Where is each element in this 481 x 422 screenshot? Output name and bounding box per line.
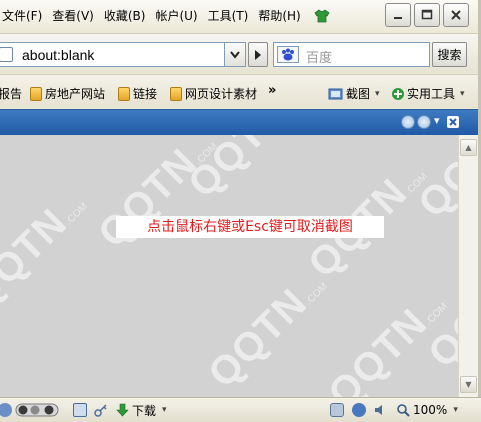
- status-settings-icon[interactable]: [330, 402, 344, 418]
- menu-favorites[interactable]: 收藏(B): [100, 0, 152, 32]
- address-bar: about:blank 百度 搜索: [0, 33, 481, 73]
- zoom-control[interactable]: 100% ▾: [396, 402, 458, 418]
- chevron-down-icon: ▾: [162, 405, 167, 415]
- page-content[interactable]: QQTN.COM QQTN.COM QQTN.COM QQTN.COM QQTN…: [0, 135, 458, 397]
- favorites-more-button[interactable]: »: [268, 83, 276, 98]
- favorite-item-web-design[interactable]: 网页设计素材: [170, 85, 257, 102]
- chevron-down-icon: ▾: [453, 405, 458, 415]
- search-button[interactable]: 搜索: [432, 42, 467, 67]
- download-button[interactable]: 下载 ▾: [116, 402, 167, 418]
- screenshot-icon: [328, 88, 343, 99]
- favorite-item-links[interactable]: 链接: [118, 85, 157, 102]
- menu-bar: 文件(F) 查看(V) 收藏(B) 帐户(U) 工具(T) 帮助(H): [0, 0, 481, 32]
- menu-tools[interactable]: 工具(T): [204, 0, 255, 32]
- download-arrow-icon: [116, 403, 129, 417]
- address-input[interactable]: about:blank: [0, 42, 244, 67]
- baidu-paw-icon[interactable]: [277, 46, 299, 63]
- chevron-down-icon: [230, 50, 240, 59]
- chevron-down-icon: ▾: [375, 88, 380, 99]
- favorite-item-real-estate[interactable]: 房地产网站: [30, 85, 105, 102]
- status-ie-icon[interactable]: [352, 402, 366, 418]
- address-dropdown-button[interactable]: [224, 42, 246, 67]
- maximize-button[interactable]: [414, 3, 440, 27]
- minimize-button[interactable]: [385, 3, 411, 27]
- cancel-screenshot-hint: 点击鼠标右键或Esc键可取消截图: [116, 216, 384, 238]
- chevron-down-icon: ▾: [460, 88, 465, 99]
- skin-shirt-icon[interactable]: [311, 6, 333, 26]
- favorites-bar: 报告 房地产网站 链接 网页设计素材 » 截图 ▾ 实用工具 ▾: [0, 74, 481, 108]
- watermark: QQTN.COM: [200, 280, 330, 397]
- folder-icon: [118, 86, 130, 101]
- tools-button[interactable]: 实用工具 ▾: [391, 85, 465, 102]
- folder-icon: [30, 86, 42, 101]
- watermark: QQTN.COM: [0, 200, 90, 317]
- folder-icon: [170, 86, 182, 101]
- search-placeholder: 百度: [306, 51, 333, 66]
- favorite-item-report[interactable]: 报告: [0, 85, 22, 102]
- screenshot-button[interactable]: 截图 ▾: [328, 85, 380, 102]
- address-text: about:blank: [22, 47, 95, 63]
- magnifier-icon: [397, 404, 410, 417]
- page-icon: [0, 47, 13, 62]
- minimize-icon: [394, 17, 402, 19]
- close-icon: [451, 10, 461, 20]
- menu-view[interactable]: 查看(V): [48, 0, 100, 32]
- status-globe-icon[interactable]: [0, 402, 12, 418]
- menu-account[interactable]: 帐户(U): [151, 0, 203, 32]
- zoom-level: 100%: [413, 403, 448, 417]
- tab-next-icon[interactable]: [417, 115, 431, 129]
- tab-menu-icon[interactable]: ▾: [434, 114, 440, 127]
- maximize-icon: [421, 9, 433, 20]
- status-page-icon[interactable]: [73, 402, 87, 418]
- play-icon: [255, 49, 261, 60]
- speaker-icon[interactable]: [373, 402, 387, 418]
- tab-prev-icon[interactable]: [401, 115, 415, 129]
- search-input[interactable]: 百度: [273, 42, 430, 67]
- menu-file[interactable]: 文件(F): [0, 0, 48, 32]
- menu-help[interactable]: 帮助(H): [254, 0, 306, 32]
- scroll-up-button[interactable]: ▲: [460, 139, 477, 156]
- tab-strip: ▾: [0, 109, 481, 135]
- status-toggle-icon[interactable]: [15, 402, 59, 418]
- vertical-scrollbar[interactable]: ▲ ▼: [458, 135, 478, 397]
- key-icon[interactable]: [94, 402, 108, 418]
- plus-circle-icon: [392, 87, 404, 100]
- close-button[interactable]: [443, 3, 469, 27]
- status-bar: 下载 ▾ 100% ▾: [0, 397, 481, 422]
- scroll-down-button[interactable]: ▼: [460, 376, 477, 393]
- go-button[interactable]: [248, 42, 268, 67]
- tab-close-icon[interactable]: [447, 116, 459, 128]
